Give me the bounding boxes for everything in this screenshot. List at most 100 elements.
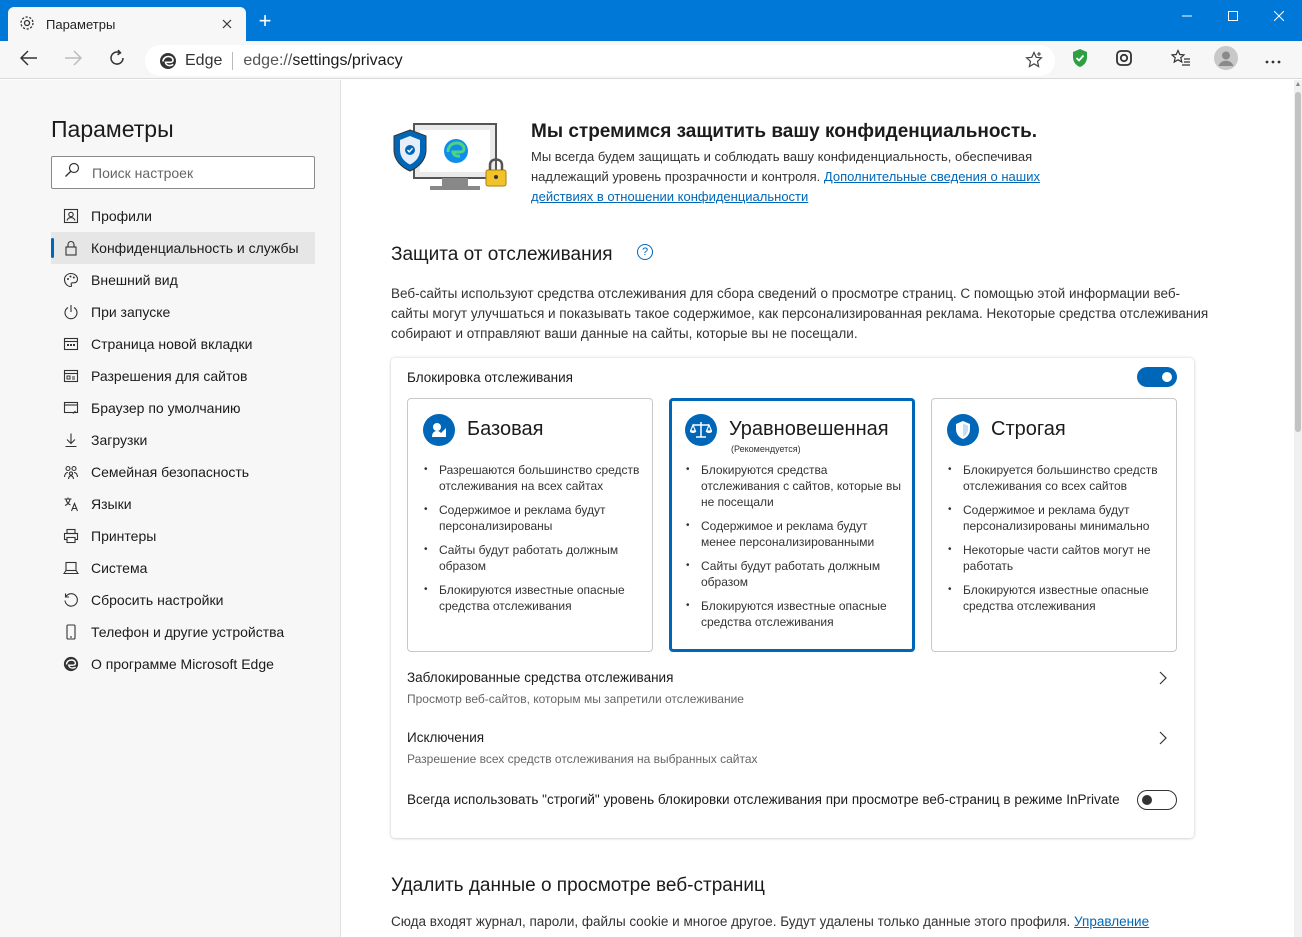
sidebar-item-label: Семейная безопасность — [91, 464, 250, 480]
toggle-knob — [1142, 795, 1152, 805]
option-recommended: (Рекомендуется) — [731, 444, 801, 454]
profile-button[interactable] — [1211, 45, 1241, 75]
title-bar: Параметры + — [0, 0, 1302, 41]
option-name: Уравновешенная — [729, 418, 889, 440]
scrollbar[interactable]: ▲ — [1294, 80, 1302, 937]
tracking-prevention-card: Блокировка отслеживания Базовая Разрешаю… — [391, 358, 1194, 838]
manage-link[interactable]: Управление — [1074, 914, 1149, 929]
more-menu-button[interactable] — [1258, 45, 1288, 75]
minimize-button[interactable] — [1164, 0, 1210, 32]
extension-icon — [1115, 49, 1133, 72]
arrow-left-icon — [19, 49, 38, 71]
sidebar-item-privacy[interactable]: Конфиденциальность и службы — [51, 232, 315, 264]
browser-toolbar: Edge edge://settings/privacy — [0, 41, 1302, 79]
sidebar-nav: Профили Конфиденциальность и службы Внеш… — [51, 200, 315, 680]
sidebar-item-label: Профили — [91, 208, 152, 224]
tracking-option-strict[interactable]: Строгая Блокируется большинство средств … — [931, 398, 1177, 652]
sidebar-item-system[interactable]: Система — [51, 552, 315, 584]
site-permissions-icon — [63, 368, 79, 384]
option-bullets: Блокируются средства отслеживания с сайт… — [686, 462, 904, 638]
blocked-trackers-row[interactable]: Заблокированные средства отслеживания Пр… — [407, 670, 1177, 706]
list-item: Блокируются известные опасные средства о… — [424, 582, 642, 614]
list-item: Сайты будут работать должным образом — [686, 558, 904, 590]
sidebar-item-family-safety[interactable]: Семейная безопасность — [51, 456, 315, 488]
settings-sidebar: Параметры Профили Конфиденциальность и с… — [0, 80, 341, 937]
help-icon[interactable]: ? — [637, 244, 653, 260]
list-item: Сайты будут работать должным образом — [424, 542, 642, 574]
system-icon — [63, 560, 79, 576]
refresh-button[interactable] — [102, 45, 132, 75]
list-item: Разрешаются большинство средств отслежив… — [424, 462, 642, 494]
list-item: Блокируется большинство средств отслежив… — [948, 462, 1166, 494]
sidebar-item-about[interactable]: О программе Microsoft Edge — [51, 648, 315, 680]
scroll-thumb[interactable] — [1295, 92, 1301, 432]
search-icon — [64, 162, 80, 183]
maximize-button[interactable] — [1210, 0, 1256, 32]
sidebar-item-site-permissions[interactable]: Разрешения для сайтов — [51, 360, 315, 392]
list-item: Блокируются средства отслеживания с сайт… — [686, 462, 904, 510]
tracking-block-toggle[interactable] — [1137, 367, 1177, 387]
star-icon[interactable] — [1025, 51, 1043, 69]
hero-text: Мы всегда будем защищать и соблюдать ваш… — [531, 149, 1040, 204]
sidebar-item-reset[interactable]: Сбросить настройки — [51, 584, 315, 616]
option-name: Строгая — [991, 418, 1066, 440]
sidebar-item-label: Загрузки — [91, 432, 148, 448]
chevron-right-icon — [1155, 730, 1171, 746]
download-icon — [63, 432, 79, 448]
site-label: Edge — [185, 51, 223, 69]
sidebar-title: Параметры — [51, 116, 174, 142]
search-input[interactable] — [92, 164, 292, 181]
blocked-trackers-title: Заблокированные средства отслеживания — [407, 670, 674, 685]
settings-main: Мы стремимся защитить вашу конфиденциаль… — [342, 80, 1294, 937]
section-title-clear-data: Удалить данные о просмотре веб-страниц — [391, 875, 765, 896]
sidebar-item-label: Система — [91, 560, 148, 576]
sidebar-item-downloads[interactable]: Загрузки — [51, 424, 315, 456]
search-box[interactable] — [51, 156, 315, 189]
profile-icon — [63, 208, 79, 224]
sidebar-item-languages[interactable]: Языки — [51, 488, 315, 520]
palette-icon — [63, 272, 79, 288]
balanced-scale-icon — [685, 414, 717, 446]
address-bar[interactable]: Edge edge://settings/privacy — [145, 45, 1055, 76]
adblock-extension-button[interactable] — [1065, 45, 1095, 75]
new-tab-button[interactable]: + — [254, 10, 276, 33]
favorites-icon — [1170, 48, 1191, 72]
sidebar-item-label: Телефон и другие устройства — [91, 624, 285, 640]
sidebar-item-profiles[interactable]: Профили — [51, 200, 315, 232]
extension-button[interactable] — [1109, 45, 1139, 75]
sidebar-item-appearance[interactable]: Внешний вид — [51, 264, 315, 296]
tab-title: Параметры — [46, 16, 116, 32]
arrow-right-icon — [64, 49, 83, 71]
default-browser-icon — [63, 400, 79, 416]
strict-shield-icon — [947, 414, 979, 446]
sidebar-item-phone[interactable]: Телефон и другие устройства — [51, 616, 315, 648]
list-item: Блокируются известные опасные средства о… — [948, 582, 1166, 614]
list-item: Блокируются известные опасные средства о… — [686, 598, 904, 630]
sidebar-item-label: Страница новой вкладки — [91, 336, 253, 352]
sidebar-item-startup[interactable]: При запуске — [51, 296, 315, 328]
forward-button[interactable] — [58, 45, 88, 75]
lock-icon — [63, 240, 79, 256]
inprivate-strict-label: Всегда использовать "строгий" уровень бл… — [407, 792, 1120, 807]
back-button[interactable] — [14, 45, 44, 75]
scroll-up-arrow-icon[interactable]: ▲ — [1294, 80, 1302, 90]
list-item: Некоторые части сайтов могут не работать — [948, 542, 1166, 574]
browser-tab[interactable]: Параметры — [8, 7, 246, 41]
sidebar-item-printers[interactable]: Принтеры — [51, 520, 315, 552]
family-icon — [63, 464, 79, 480]
favorites-button[interactable] — [1166, 45, 1196, 75]
tab-close-button[interactable] — [218, 16, 236, 33]
sidebar-item-default-browser[interactable]: Браузер по умолчанию — [51, 392, 315, 424]
sidebar-item-new-tab[interactable]: Страница новой вкладки — [51, 328, 315, 360]
edge-logo-icon — [159, 52, 177, 70]
close-window-button[interactable] — [1256, 0, 1302, 32]
printer-icon — [63, 528, 79, 544]
tracking-option-basic[interactable]: Базовая Разрешаются большинство средств … — [407, 398, 653, 652]
exceptions-row[interactable]: Исключения Разрешение всех средств отсле… — [407, 730, 1177, 766]
tracking-option-balanced[interactable]: Уравновешенная (Рекомендуется) Блокируют… — [669, 398, 915, 652]
inprivate-strict-toggle[interactable] — [1137, 790, 1177, 810]
exceptions-title: Исключения — [407, 730, 485, 745]
more-dots-icon — [1265, 51, 1281, 69]
sidebar-item-label: Языки — [91, 496, 132, 512]
list-item: Содержимое и реклама будут персонализиро… — [424, 502, 642, 534]
